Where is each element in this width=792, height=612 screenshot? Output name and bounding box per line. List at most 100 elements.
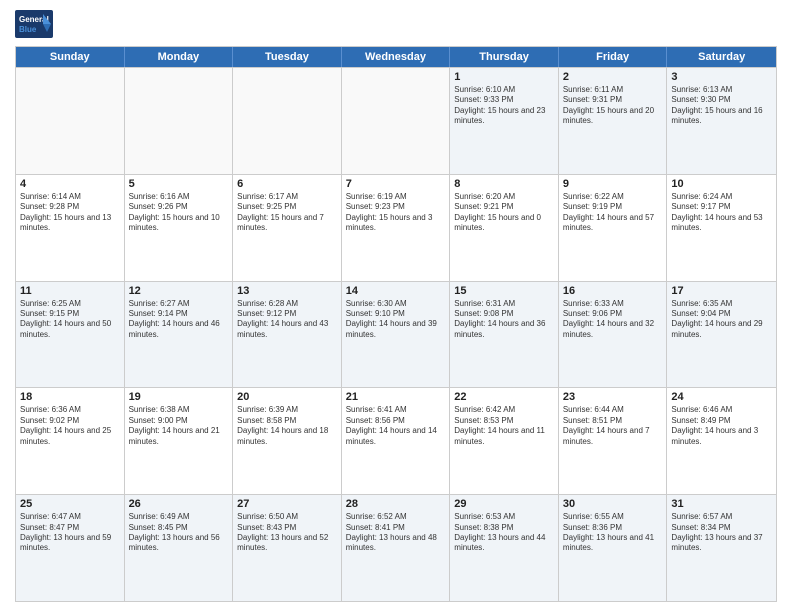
day-header-tuesday: Tuesday [233, 47, 342, 67]
calendar-body: 1 Sunrise: 6:10 AM Sunset: 9:33 PM Daylig… [16, 67, 776, 601]
day-info: Sunrise: 6:17 AM Sunset: 9:25 PM Dayligh… [237, 192, 337, 234]
day-cell-18: 18 Sunrise: 6:36 AM Sunset: 9:02 PM Dayli… [16, 388, 125, 494]
day-info: Sunrise: 6:44 AM Sunset: 8:51 PM Dayligh… [563, 405, 663, 447]
day-number: 23 [563, 391, 663, 403]
day-number: 17 [671, 285, 772, 297]
day-number: 2 [563, 71, 663, 83]
day-info: Sunrise: 6:31 AM Sunset: 9:08 PM Dayligh… [454, 299, 554, 341]
day-number: 13 [237, 285, 337, 297]
day-header-wednesday: Wednesday [342, 47, 451, 67]
logo: General Blue [15, 10, 53, 38]
day-info: Sunrise: 6:16 AM Sunset: 9:26 PM Dayligh… [129, 192, 229, 234]
logo-icon: General Blue [15, 10, 53, 38]
day-info: Sunrise: 6:41 AM Sunset: 8:56 PM Dayligh… [346, 405, 446, 447]
day-info: Sunrise: 6:52 AM Sunset: 8:41 PM Dayligh… [346, 512, 446, 554]
header: General Blue [15, 10, 777, 38]
day-info: Sunrise: 6:10 AM Sunset: 9:33 PM Dayligh… [454, 85, 554, 127]
day-cell-7: 7 Sunrise: 6:19 AM Sunset: 9:23 PM Daylig… [342, 175, 451, 281]
day-info: Sunrise: 6:47 AM Sunset: 8:47 PM Dayligh… [20, 512, 120, 554]
day-cell-15: 15 Sunrise: 6:31 AM Sunset: 9:08 PM Dayli… [450, 282, 559, 388]
day-cell-4: 4 Sunrise: 6:14 AM Sunset: 9:28 PM Daylig… [16, 175, 125, 281]
day-cell-31: 31 Sunrise: 6:57 AM Sunset: 8:34 PM Dayli… [667, 495, 776, 601]
day-info: Sunrise: 6:36 AM Sunset: 9:02 PM Dayligh… [20, 405, 120, 447]
day-info: Sunrise: 6:28 AM Sunset: 9:12 PM Dayligh… [237, 299, 337, 341]
day-number: 8 [454, 178, 554, 190]
day-number: 14 [346, 285, 446, 297]
day-number: 1 [454, 71, 554, 83]
day-info: Sunrise: 6:14 AM Sunset: 9:28 PM Dayligh… [20, 192, 120, 234]
day-number: 6 [237, 178, 337, 190]
day-number: 30 [563, 498, 663, 510]
day-number: 7 [346, 178, 446, 190]
calendar-header: SundayMondayTuesdayWednesdayThursdayFrid… [16, 47, 776, 67]
calendar-week-1: 1 Sunrise: 6:10 AM Sunset: 9:33 PM Daylig… [16, 67, 776, 174]
day-number: 18 [20, 391, 120, 403]
page: General Blue SundayMondayTuesdayWednesda… [0, 0, 792, 612]
day-cell-16: 16Sunrise: 6:33 AM Sunset: 9:06 PM Dayli… [559, 282, 668, 388]
day-info: Sunrise: 6:49 AM Sunset: 8:45 PM Dayligh… [129, 512, 229, 554]
day-number: 3 [671, 71, 772, 83]
day-info: Sunrise: 6:46 AM Sunset: 8:49 PM Dayligh… [671, 405, 772, 447]
day-number: 29 [454, 498, 554, 510]
day-info: Sunrise: 6:35 AM Sunset: 9:04 PM Dayligh… [671, 299, 772, 341]
day-cell-13: 13 Sunrise: 6:28 AM Sunset: 9:12 PM Dayli… [233, 282, 342, 388]
day-cell-2: 2Sunrise: 6:11 AM Sunset: 9:31 PM Daylig… [559, 68, 668, 174]
day-number: 31 [671, 498, 772, 510]
day-number: 5 [129, 178, 229, 190]
day-cell-10: 10Sunrise: 6:24 AM Sunset: 9:17 PM Dayli… [667, 175, 776, 281]
day-info: Sunrise: 6:19 AM Sunset: 9:23 PM Dayligh… [346, 192, 446, 234]
day-cell-19: 19 Sunrise: 6:38 AM Sunset: 9:00 PM Dayli… [125, 388, 234, 494]
day-cell-17: 17 Sunrise: 6:35 AM Sunset: 9:04 PM Dayli… [667, 282, 776, 388]
day-cell-30: 30 Sunrise: 6:55 AM Sunset: 8:36 PM Dayli… [559, 495, 668, 601]
day-info: Sunrise: 6:25 AM Sunset: 9:15 PM Dayligh… [20, 299, 120, 341]
day-header-friday: Friday [559, 47, 668, 67]
day-cell-20: 20Sunrise: 6:39 AM Sunset: 8:58 PM Dayli… [233, 388, 342, 494]
empty-cell [233, 68, 342, 174]
day-header-saturday: Saturday [667, 47, 776, 67]
calendar-week-3: 11 Sunrise: 6:25 AM Sunset: 9:15 PM Dayli… [16, 281, 776, 388]
day-info: Sunrise: 6:57 AM Sunset: 8:34 PM Dayligh… [671, 512, 772, 554]
day-cell-3: 3 Sunrise: 6:13 AM Sunset: 9:30 PM Daylig… [667, 68, 776, 174]
day-number: 15 [454, 285, 554, 297]
day-cell-14: 14Sunrise: 6:30 AM Sunset: 9:10 PM Dayli… [342, 282, 451, 388]
day-info: Sunrise: 6:38 AM Sunset: 9:00 PM Dayligh… [129, 405, 229, 447]
day-header-thursday: Thursday [450, 47, 559, 67]
day-cell-27: 27 Sunrise: 6:50 AM Sunset: 8:43 PM Dayli… [233, 495, 342, 601]
day-info: Sunrise: 6:22 AM Sunset: 9:19 PM Dayligh… [563, 192, 663, 234]
day-cell-26: 26Sunrise: 6:49 AM Sunset: 8:45 PM Dayli… [125, 495, 234, 601]
day-cell-21: 21 Sunrise: 6:41 AM Sunset: 8:56 PM Dayli… [342, 388, 451, 494]
day-cell-6: 6 Sunrise: 6:17 AM Sunset: 9:25 PM Daylig… [233, 175, 342, 281]
day-cell-8: 8 Sunrise: 6:20 AM Sunset: 9:21 PM Daylig… [450, 175, 559, 281]
empty-cell [342, 68, 451, 174]
day-info: Sunrise: 6:55 AM Sunset: 8:36 PM Dayligh… [563, 512, 663, 554]
day-cell-11: 11 Sunrise: 6:25 AM Sunset: 9:15 PM Dayli… [16, 282, 125, 388]
day-number: 21 [346, 391, 446, 403]
empty-cell [16, 68, 125, 174]
day-number: 27 [237, 498, 337, 510]
day-info: Sunrise: 6:50 AM Sunset: 8:43 PM Dayligh… [237, 512, 337, 554]
day-info: Sunrise: 6:13 AM Sunset: 9:30 PM Dayligh… [671, 85, 772, 127]
calendar-week-4: 18 Sunrise: 6:36 AM Sunset: 9:02 PM Dayli… [16, 387, 776, 494]
calendar: SundayMondayTuesdayWednesdayThursdayFrid… [15, 46, 777, 602]
day-number: 11 [20, 285, 120, 297]
day-number: 28 [346, 498, 446, 510]
day-header-monday: Monday [125, 47, 234, 67]
calendar-week-5: 25Sunrise: 6:47 AM Sunset: 8:47 PM Dayli… [16, 494, 776, 601]
day-cell-9: 9Sunrise: 6:22 AM Sunset: 9:19 PM Daylig… [559, 175, 668, 281]
day-cell-5: 5 Sunrise: 6:16 AM Sunset: 9:26 PM Daylig… [125, 175, 234, 281]
day-number: 4 [20, 178, 120, 190]
svg-text:Blue: Blue [19, 25, 37, 34]
calendar-week-2: 4 Sunrise: 6:14 AM Sunset: 9:28 PM Daylig… [16, 174, 776, 281]
day-info: Sunrise: 6:53 AM Sunset: 8:38 PM Dayligh… [454, 512, 554, 554]
day-cell-29: 29 Sunrise: 6:53 AM Sunset: 8:38 PM Dayli… [450, 495, 559, 601]
empty-cell [125, 68, 234, 174]
day-info: Sunrise: 6:42 AM Sunset: 8:53 PM Dayligh… [454, 405, 554, 447]
day-info: Sunrise: 6:20 AM Sunset: 9:21 PM Dayligh… [454, 192, 554, 234]
day-info: Sunrise: 6:33 AM Sunset: 9:06 PM Dayligh… [563, 299, 663, 341]
day-number: 22 [454, 391, 554, 403]
day-cell-24: 24Sunrise: 6:46 AM Sunset: 8:49 PM Dayli… [667, 388, 776, 494]
day-info: Sunrise: 6:24 AM Sunset: 9:17 PM Dayligh… [671, 192, 772, 234]
day-cell-28: 28 Sunrise: 6:52 AM Sunset: 8:41 PM Dayli… [342, 495, 451, 601]
day-info: Sunrise: 6:27 AM Sunset: 9:14 PM Dayligh… [129, 299, 229, 341]
day-number: 19 [129, 391, 229, 403]
